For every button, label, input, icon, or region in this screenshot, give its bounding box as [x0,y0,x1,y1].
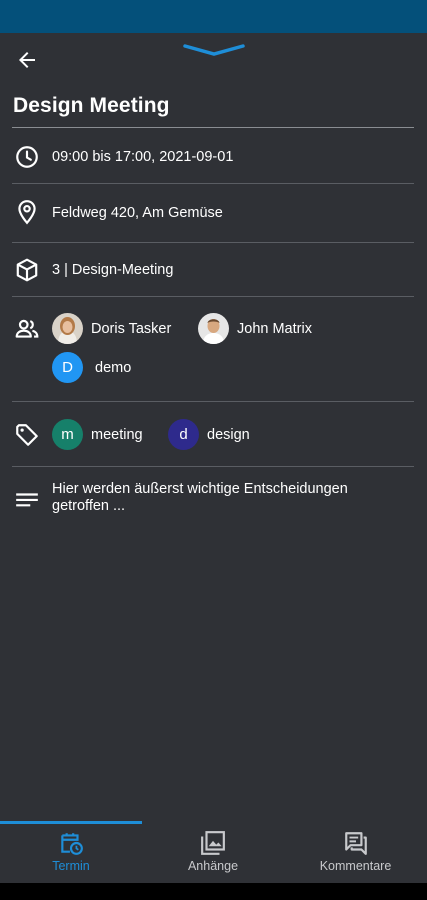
divider [12,183,414,184]
avatar-john-matrix[interactable] [198,313,229,344]
notes-lines-icon [16,493,38,507]
tab-label: Termin [52,859,90,873]
avatar-photo-icon [198,313,229,344]
tab-label: Kommentare [319,859,392,873]
comments-icon [344,832,367,855]
calendar-clock-icon [61,833,83,855]
bottom-tab-bar: Termin Anhänge Kommentare [0,821,427,883]
tag-badge-meeting[interactable]: m [52,419,83,450]
cube-icon [16,258,38,282]
tab-label: Anhänge [187,859,239,873]
tab-anhaenge[interactable]: Anhänge [142,821,284,883]
image-gallery-icon [201,831,225,855]
divider [12,242,414,243]
divider [12,296,414,297]
clock-icon [16,146,38,168]
participant-name: John Matrix [237,321,312,337]
participant-name: Doris Tasker [91,321,172,337]
divider [12,466,414,467]
divider [12,127,414,128]
avatar-demo[interactable]: D [52,352,83,383]
event-location: Feldweg 420, Am Gemüse [52,205,223,221]
event-description: Hier werden äußerst wichtige Entscheidun… [52,481,348,514]
status-bar [0,0,427,33]
avatar-photo-icon [52,313,83,344]
avatar-letter: D [62,359,73,376]
tab-termin[interactable]: Termin [0,821,142,883]
tag-label: design [207,427,250,443]
avatar-doris-tasker[interactable] [52,313,83,344]
tag-letter: d [179,426,188,443]
divider [12,401,414,402]
system-navigation-bar [0,883,427,900]
location-pin-icon [18,200,36,225]
back-arrow-icon[interactable] [14,48,40,72]
tag-icon [16,424,38,446]
tag-label: meeting [91,427,143,443]
collapse-handle-icon[interactable] [182,42,246,58]
event-title: Design Meeting [13,94,170,117]
event-time: 09:00 bis 17:00, 2021-09-01 [52,149,234,165]
active-tab-indicator [0,821,142,824]
tag-letter: m [61,426,74,443]
tab-kommentare[interactable]: Kommentare [284,821,427,883]
tag-badge-design[interactable]: d [168,419,199,450]
event-project[interactable]: 3 | Design-Meeting [52,262,173,278]
people-icon [15,319,39,338]
participant-name: demo [95,360,132,376]
